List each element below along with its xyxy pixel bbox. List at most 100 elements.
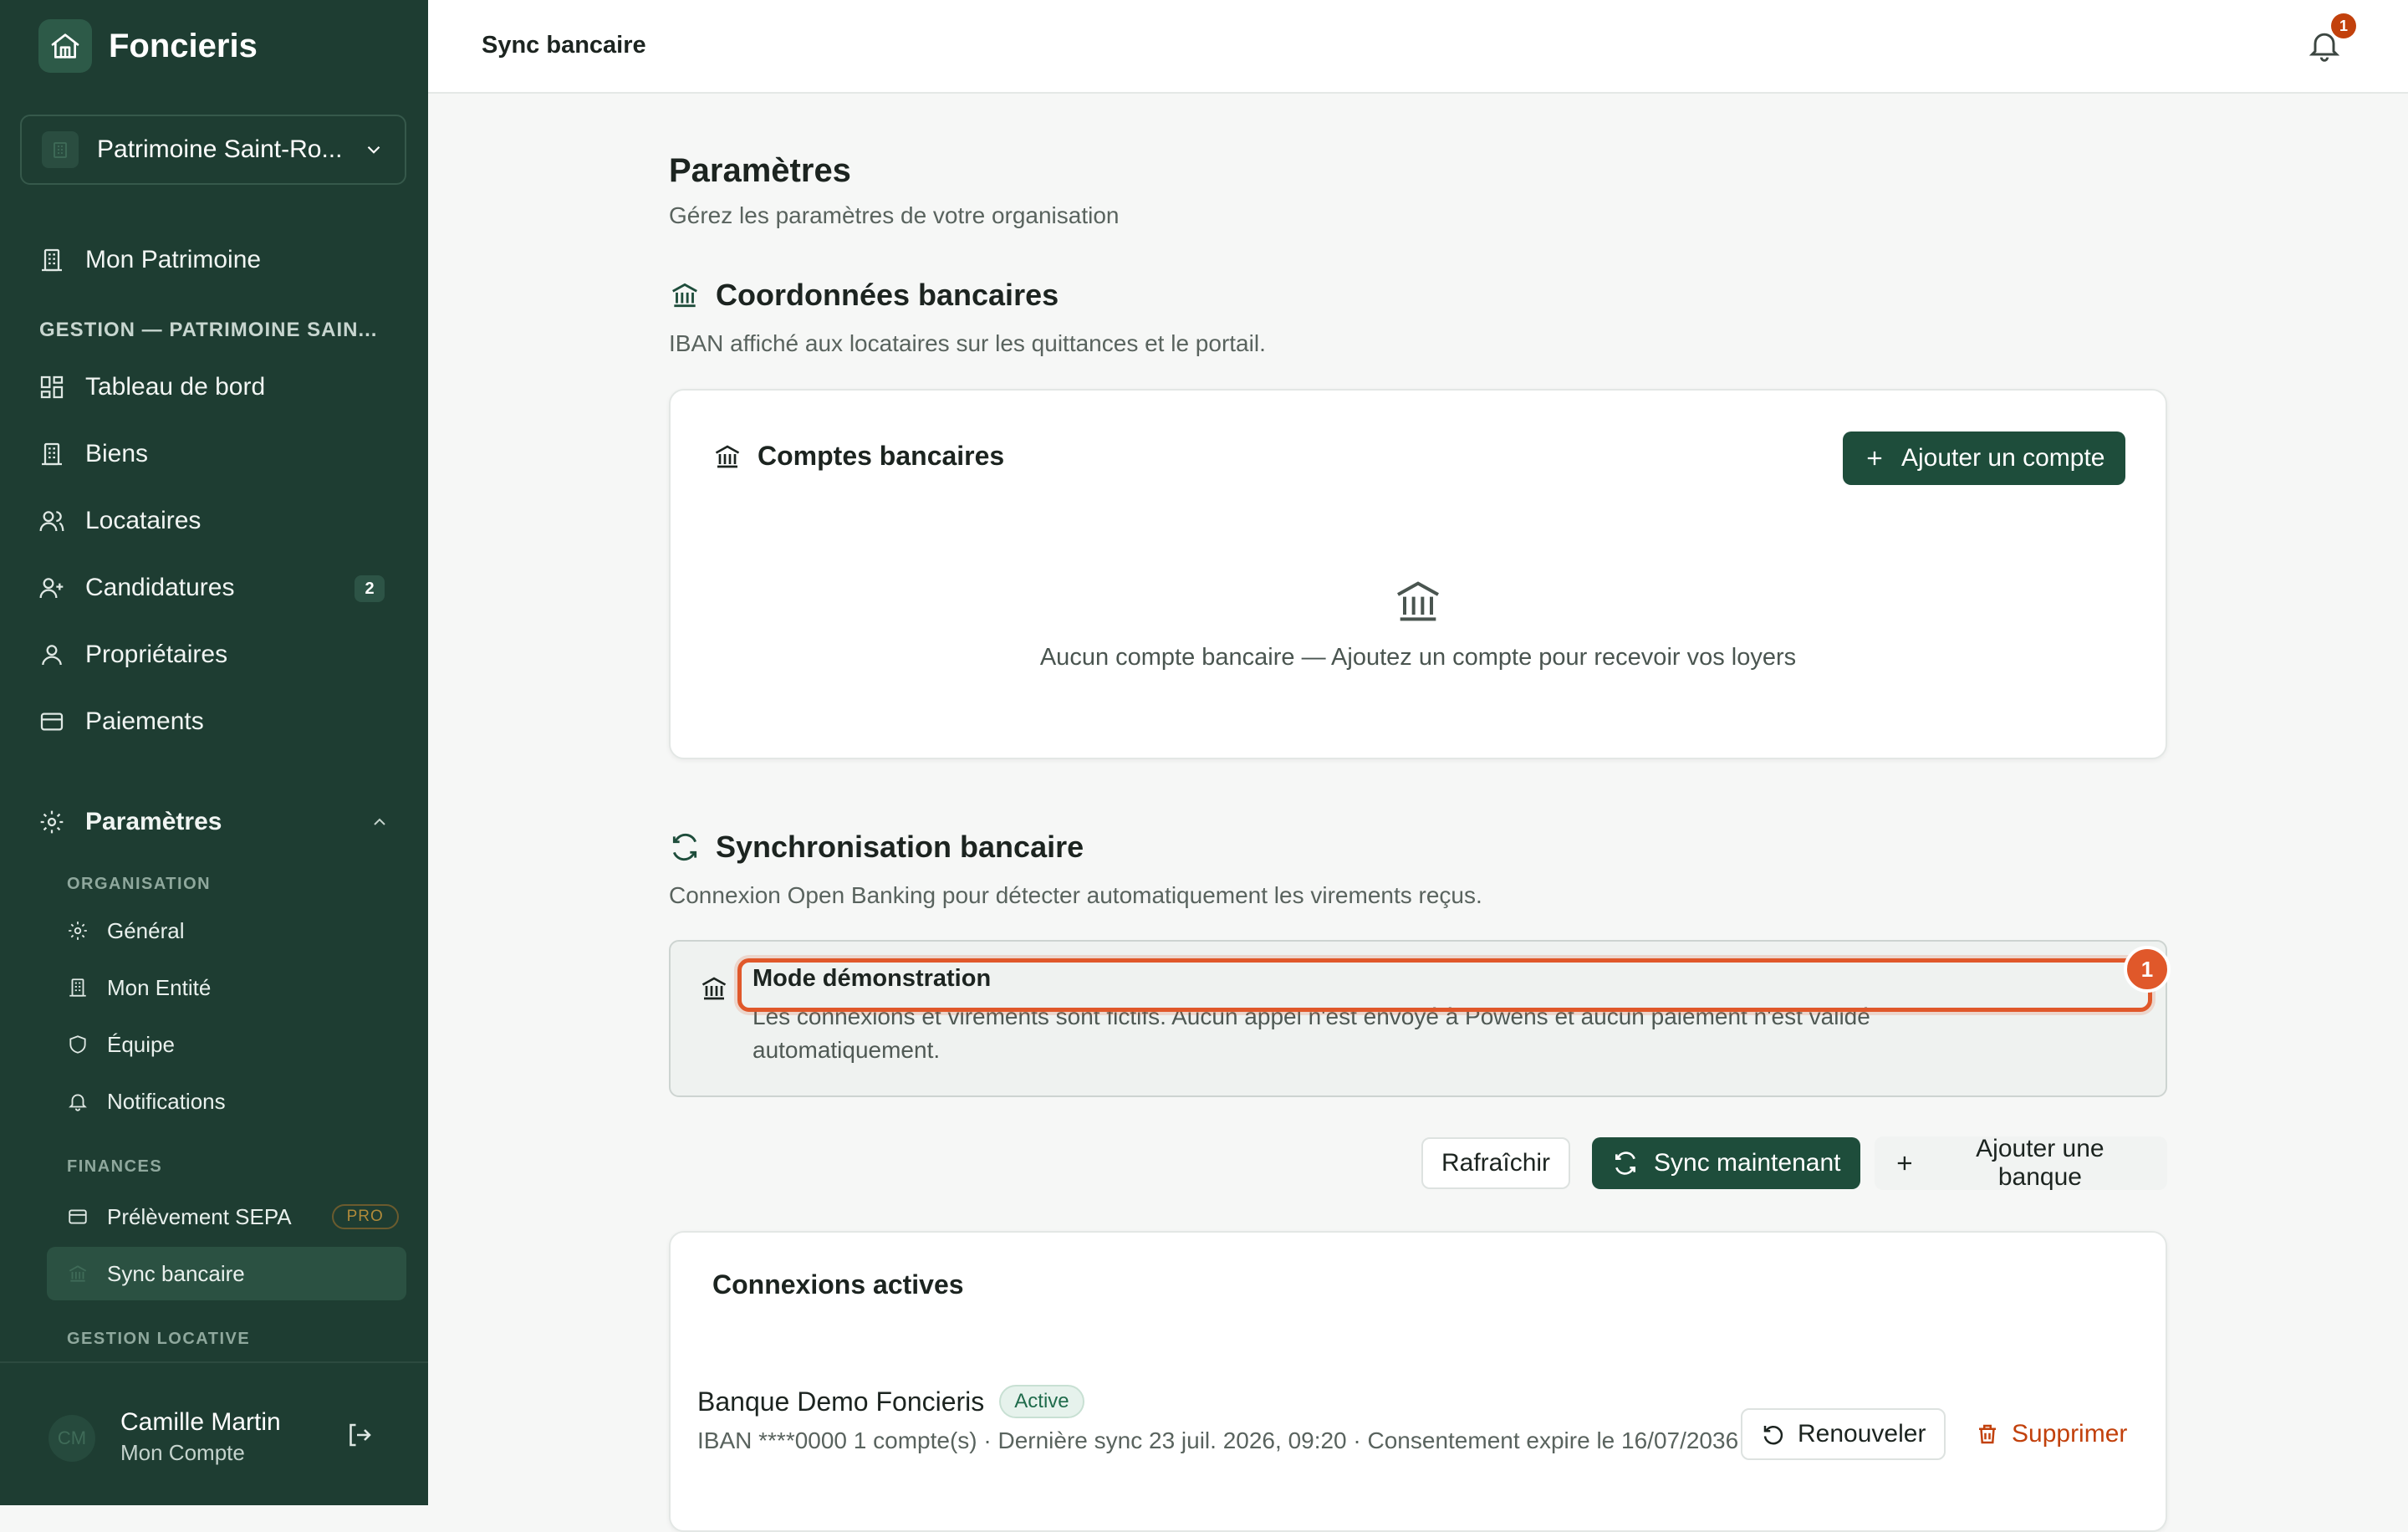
subnav-mon-entite[interactable]: Mon Entité: [67, 968, 401, 1007]
nav-label: Propriétaires: [85, 641, 228, 668]
plus-icon: [1867, 451, 1882, 466]
nav-label: Locataires: [85, 507, 202, 534]
section-gestion: GESTION — PATRIMOINE SAIN...: [39, 319, 378, 341]
nav-biens[interactable]: Biens: [38, 432, 390, 476]
subnav-label: Mon Entité: [107, 974, 212, 1000]
button-label: Supprimer: [2012, 1420, 2128, 1448]
page-header-title: Sync bancaire: [482, 32, 646, 59]
button-label: Sync maintenant: [1654, 1149, 1841, 1177]
subnav-sync-bancaire[interactable]: Sync bancaire: [47, 1247, 406, 1300]
card-icon: [69, 1209, 87, 1224]
subnav-label: Notifications: [107, 1088, 226, 1114]
subnav-notifications[interactable]: Notifications: [67, 1082, 401, 1121]
nav-mon-patrimoine[interactable]: Mon Patrimoine: [38, 238, 390, 282]
nav-paiements[interactable]: Paiements: [38, 700, 390, 743]
bank-icon: [715, 444, 740, 467]
nav-tableau-de-bord[interactable]: Tableau de bord: [38, 365, 390, 409]
bank-icon: [701, 977, 727, 1000]
subnav-equipe[interactable]: Équipe: [67, 1025, 401, 1064]
rotate-ccw-icon: [1763, 1425, 1783, 1445]
notification-badge: 1: [2331, 13, 2356, 38]
connection-name: Banque Demo Foncieris: [697, 1386, 985, 1417]
bank-icon: [1397, 581, 1439, 621]
section-gestion-locative: GESTION LOCATIVE: [67, 1330, 251, 1348]
page-subtitle: Gérez les paramètres de votre organisati…: [669, 202, 1120, 228]
nav-label: Mon Patrimoine: [85, 246, 262, 273]
organization-select[interactable]: Patrimoine Saint-Ro...: [20, 115, 406, 185]
building-icon: [69, 978, 86, 997]
nav-label: Biens: [85, 440, 149, 467]
sync-now-button[interactable]: Sync maintenant: [1592, 1137, 1861, 1189]
section-finances: FINANCES: [67, 1157, 163, 1176]
user-icon: [42, 645, 62, 666]
demo-mode-alert: Mode démonstration Les connexions et vir…: [669, 940, 2171, 1097]
bank-accounts-card-title: Comptes bancaires: [712, 441, 1004, 472]
refresh-button[interactable]: Rafraîchir: [1421, 1137, 1571, 1189]
organization-name: Patrimoine Saint-Ro...: [97, 135, 343, 163]
building-icon: [42, 131, 79, 168]
chevron-down-icon: [367, 146, 380, 154]
sidebar: Foncieris Patrimoine Saint-Ro... Mon Pat…: [0, 0, 428, 1505]
highlight-badge: 1: [2124, 946, 2171, 993]
button-label: Rafraîchir: [1441, 1149, 1551, 1177]
nav-parametres[interactable]: Paramètres: [38, 800, 390, 844]
nav-candidatures[interactable]: Candidatures: [38, 566, 390, 610]
nav-label: Paiements: [85, 707, 204, 735]
renew-button[interactable]: Renouveler: [1741, 1408, 1946, 1460]
bank-accounts-card: Comptes bancaires Ajouter un compte Aucu…: [669, 389, 2167, 759]
user-role: Mon Compte: [120, 1440, 245, 1465]
trash-icon: [1979, 1424, 1996, 1444]
nav-label: Candidatures: [85, 574, 235, 601]
bank-icon: [672, 283, 697, 308]
logout-icon[interactable]: [344, 1420, 375, 1450]
highlight-outline: [737, 958, 2152, 1012]
button-label: Ajouter un compte: [1901, 444, 2105, 472]
chevron-up-icon: [374, 818, 385, 825]
empty-state-text: Aucun compte bancaire — Ajoutez un compt…: [1039, 644, 1797, 671]
section-bank-details-title: Coordonnées bancaires: [669, 278, 1059, 313]
page-title: Paramètres: [669, 152, 851, 189]
add-bank-button[interactable]: Ajouter une banque: [1875, 1135, 2167, 1191]
nav-locataires[interactable]: Locataires: [38, 499, 390, 543]
nav-proprietaires[interactable]: Propriétaires: [38, 633, 390, 677]
bell-icon: [69, 1094, 87, 1111]
section-sync-subtitle: Connexion Open Banking pour détecter aut…: [669, 882, 1482, 908]
empty-state: Aucun compte bancaire — Ajoutez un compt…: [671, 574, 2166, 672]
active-connections-title: Connexions actives: [712, 1269, 964, 1300]
top-header: Sync bancaire 1: [428, 0, 2408, 94]
building-icon: [42, 248, 62, 272]
subnav-prelevement-sepa[interactable]: Prélèvement SEPA PRO: [67, 1198, 401, 1236]
refresh-icon: [672, 833, 697, 861]
add-account-button[interactable]: Ajouter un compte: [1843, 432, 2125, 485]
section-organisation: ORGANISATION: [67, 875, 212, 893]
section-bank-details-subtitle: IBAN affiché aux locataires sur les quit…: [669, 330, 1266, 356]
subnav-general[interactable]: Général: [67, 912, 401, 950]
brand[interactable]: Foncieris: [38, 19, 258, 73]
user-plus-icon: [39, 578, 64, 599]
connection-meta: IBAN ****0000 1 compte(s) · Dernière syn…: [697, 1427, 1739, 1453]
plus-icon: [1897, 1156, 1912, 1171]
subnav-label: Général: [107, 917, 185, 943]
nav-label: Tableau de bord: [85, 373, 266, 401]
connection-row: Banque Demo Foncieris Active: [697, 1385, 1084, 1418]
status-badge: Active: [999, 1385, 1084, 1418]
delete-button[interactable]: Supprimer: [1958, 1408, 2144, 1460]
gear-icon: [69, 922, 87, 940]
users-icon: [39, 511, 64, 532]
user-footer: CM Camille Martin Mon Compte: [0, 1361, 428, 1505]
card-icon: [40, 712, 64, 731]
avatar[interactable]: CM: [48, 1415, 95, 1462]
section-title-text: Synchronisation bancaire: [716, 830, 1084, 864]
section-title-text: Coordonnées bancaires: [716, 278, 1059, 312]
candidatures-count-badge: 2: [355, 575, 385, 602]
button-label: Ajouter une banque: [1976, 1135, 2104, 1191]
bank-icon: [69, 1265, 87, 1282]
button-label: Renouveler: [1798, 1420, 1926, 1448]
active-connections-card: Connexions actives Banque Demo Foncieris…: [669, 1231, 2167, 1532]
shield-icon: [69, 1035, 86, 1054]
section-sync-title: Synchronisation bancaire: [669, 830, 1084, 865]
subnav-label: Prélèvement SEPA: [107, 1203, 292, 1229]
gear-icon: [40, 810, 64, 834]
subnav-label: Sync bancaire: [107, 1260, 245, 1286]
card-title-text: Comptes bancaires: [758, 441, 1005, 471]
